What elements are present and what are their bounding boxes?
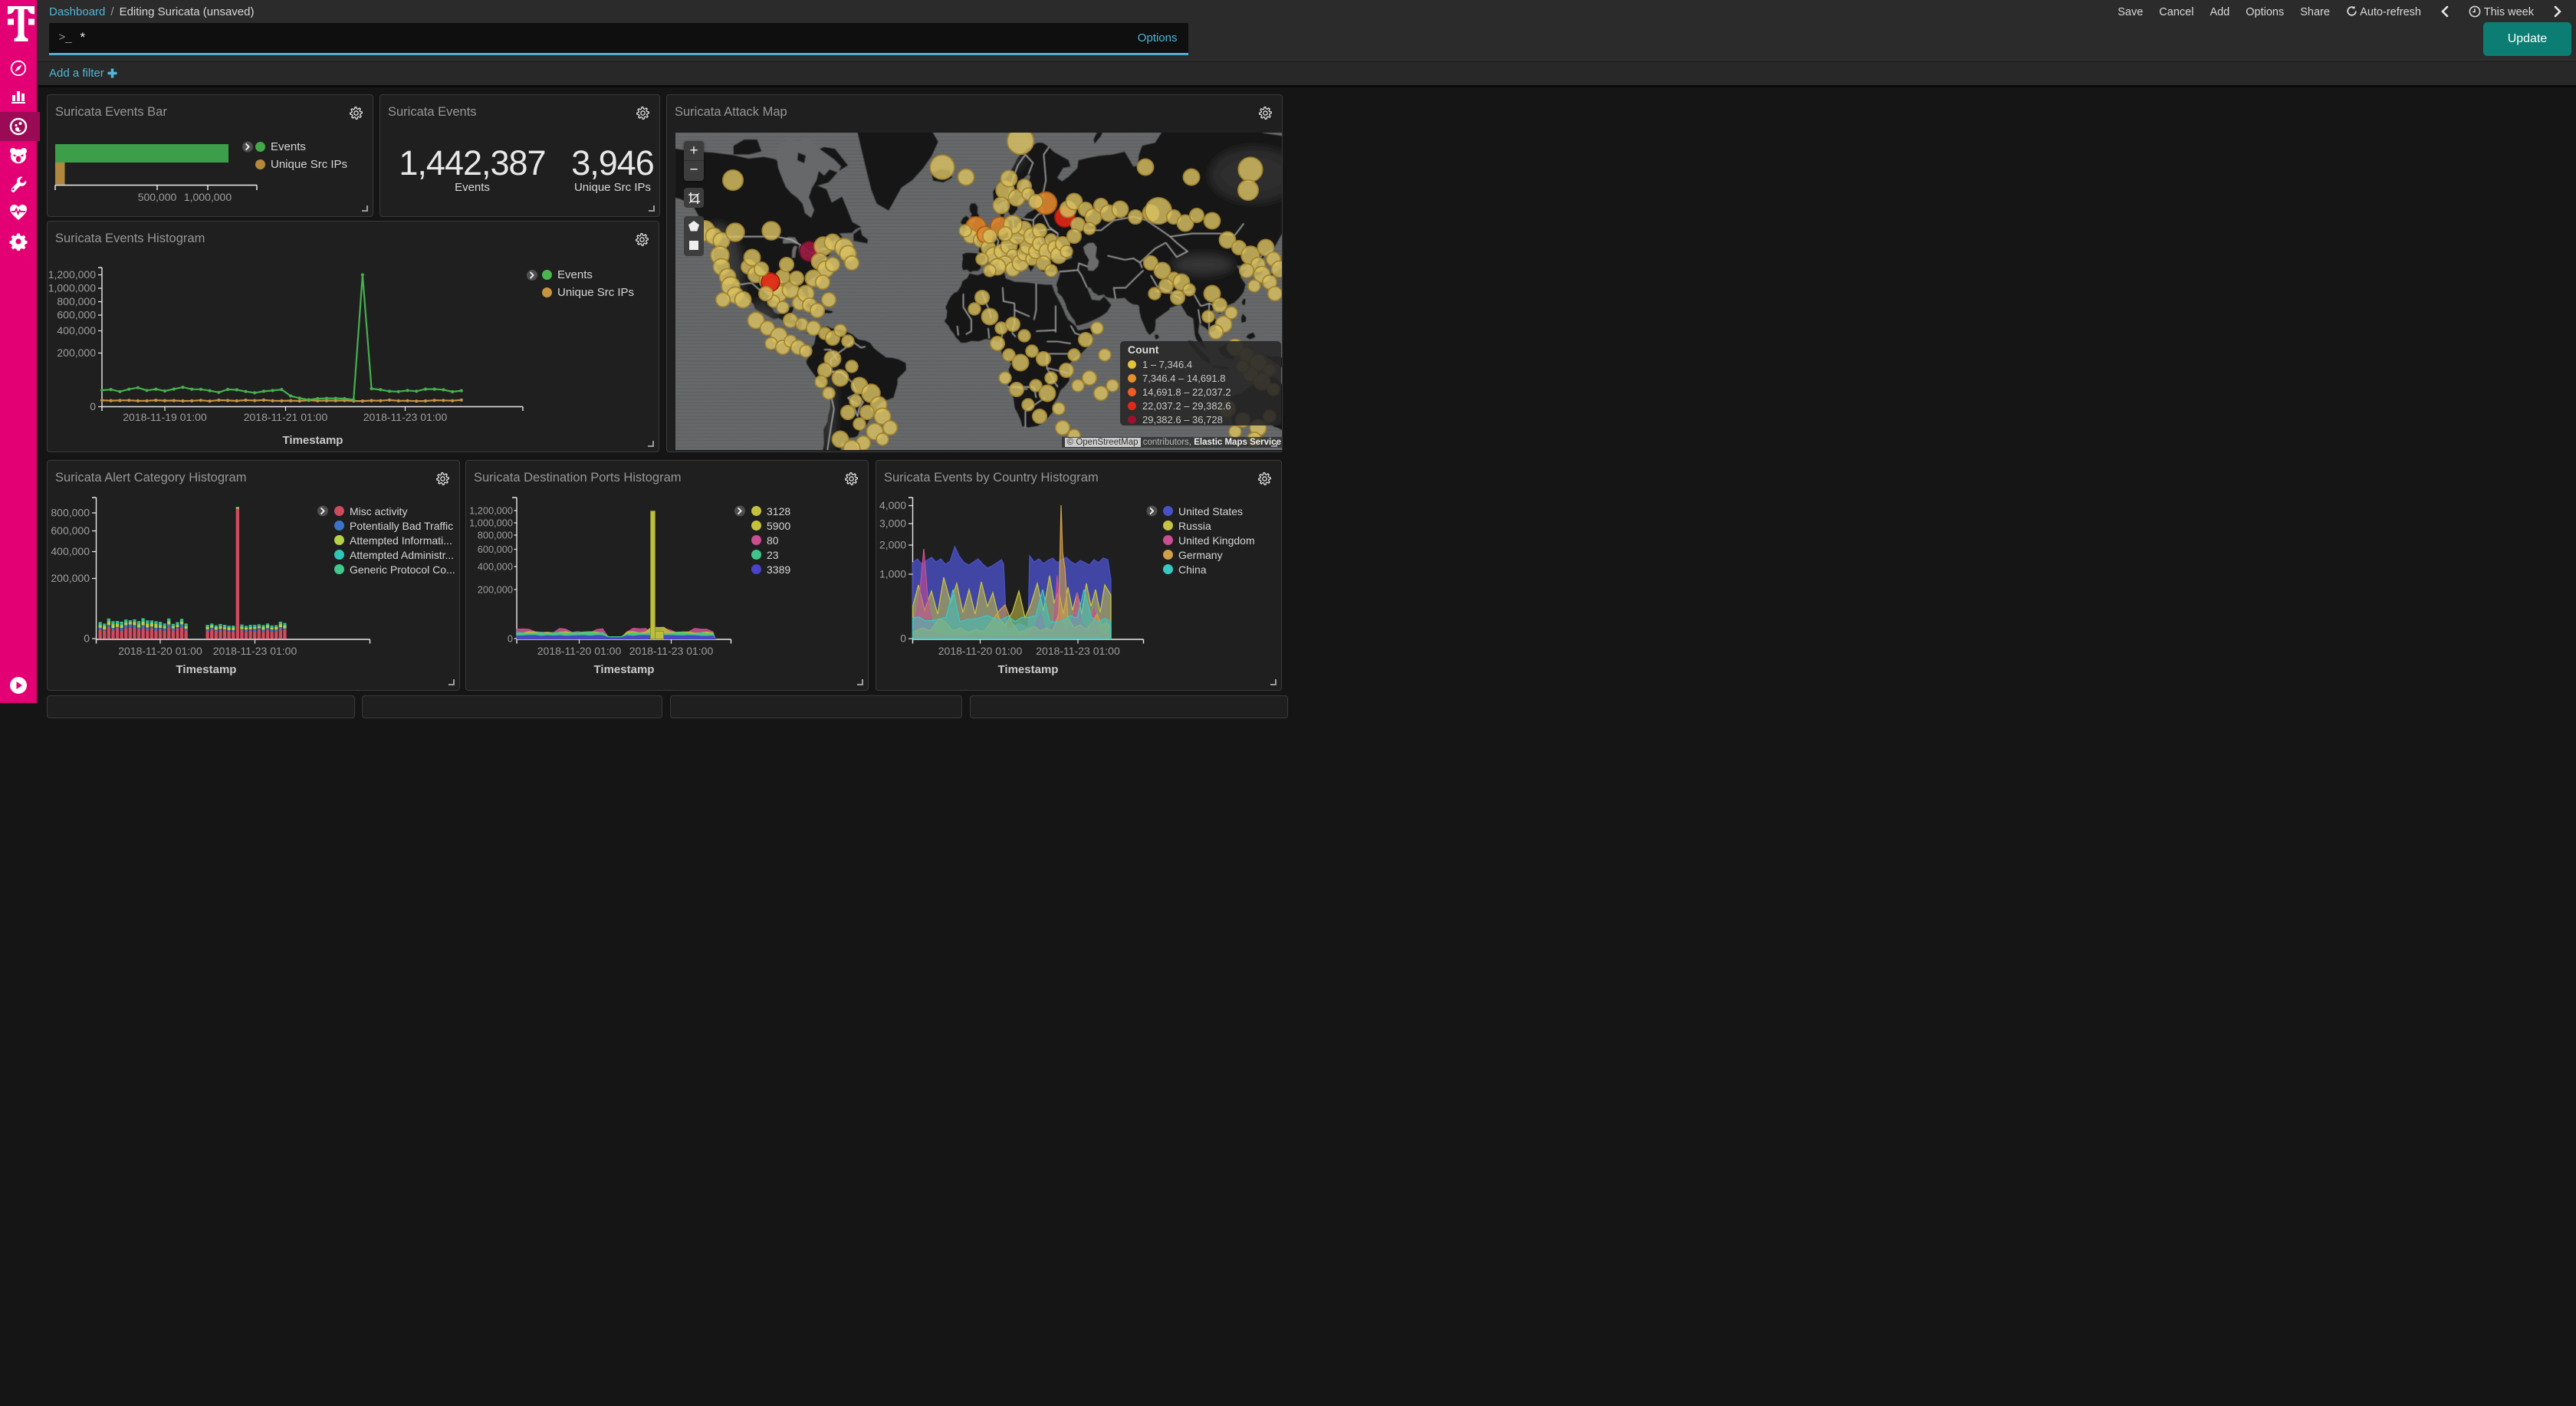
svg-text:Timestamp: Timestamp — [998, 663, 1059, 676]
svg-text:600,000: 600,000 — [57, 309, 96, 321]
svg-text:3,000: 3,000 — [879, 517, 906, 530]
svg-text:2018-11-19 01:00: 2018-11-19 01:00 — [123, 411, 207, 423]
svg-text:2018-11-21 01:00: 2018-11-21 01:00 — [244, 411, 328, 423]
svg-text:600,000: 600,000 — [51, 524, 90, 537]
svg-text:500,000: 500,000 — [138, 191, 177, 203]
svg-text:1,200,000: 1,200,000 — [48, 268, 96, 281]
svg-text:800,000: 800,000 — [57, 295, 96, 307]
svg-text:1,000,000: 1,000,000 — [48, 282, 96, 294]
svg-text:2018-11-20 01:00: 2018-11-20 01:00 — [938, 645, 1023, 657]
svg-text:1,000,000: 1,000,000 — [469, 517, 513, 529]
svg-text:Timestamp: Timestamp — [594, 663, 655, 676]
svg-text:2018-11-23 01:00: 2018-11-23 01:00 — [1036, 645, 1120, 657]
svg-text:0: 0 — [900, 632, 906, 645]
svg-text:200,000: 200,000 — [478, 584, 513, 596]
svg-text:Timestamp: Timestamp — [283, 434, 343, 447]
svg-text:400,000: 400,000 — [478, 561, 513, 573]
svg-text:2018-11-23 01:00: 2018-11-23 01:00 — [629, 645, 714, 657]
svg-text:4,000: 4,000 — [879, 499, 906, 511]
svg-text:1,000: 1,000 — [879, 568, 906, 580]
svg-text:1,200,000: 1,200,000 — [469, 505, 513, 517]
svg-text:Timestamp: Timestamp — [176, 663, 237, 676]
svg-text:200,000: 200,000 — [51, 572, 90, 584]
svg-text:0: 0 — [90, 400, 96, 412]
svg-text:2,000: 2,000 — [879, 539, 906, 551]
svg-text:0: 0 — [84, 632, 90, 645]
svg-text:400,000: 400,000 — [57, 324, 96, 337]
svg-text:600,000: 600,000 — [478, 544, 513, 555]
svg-text:0: 0 — [508, 633, 513, 645]
svg-text:2018-11-20 01:00: 2018-11-20 01:00 — [537, 645, 622, 657]
svg-text:2018-11-23 01:00: 2018-11-23 01:00 — [213, 645, 297, 657]
svg-text:800,000: 800,000 — [478, 530, 513, 541]
svg-text:2018-11-20 01:00: 2018-11-20 01:00 — [118, 645, 202, 657]
svg-text:2018-11-23 01:00: 2018-11-23 01:00 — [363, 411, 448, 423]
svg-text:400,000: 400,000 — [51, 545, 90, 557]
svg-text:800,000: 800,000 — [51, 507, 90, 519]
svg-text:200,000: 200,000 — [57, 347, 96, 359]
svg-text:1,000,000: 1,000,000 — [184, 191, 232, 203]
